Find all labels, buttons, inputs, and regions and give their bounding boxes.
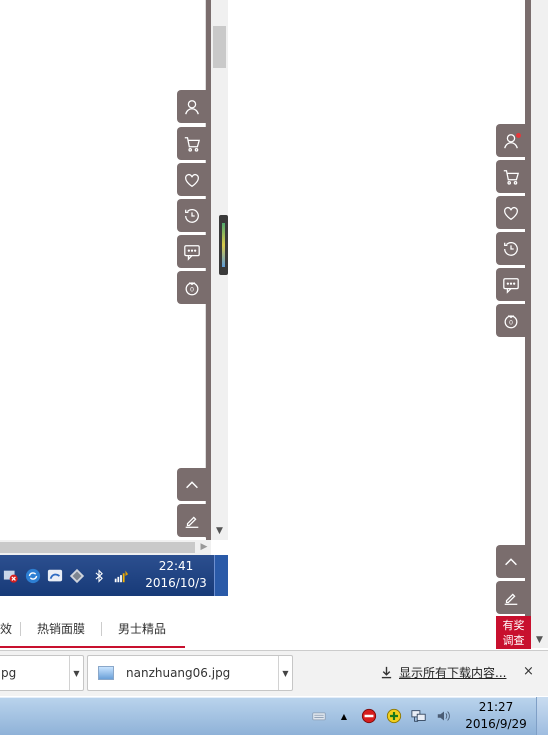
feedback-button[interactable] [496,581,526,614]
history-button[interactable] [496,232,526,265]
inner-feedback-button[interactable] [177,504,207,537]
category-tab-masks[interactable]: 热销面膜 [21,622,103,636]
heart-icon [185,173,199,187]
service-icon: 0 [185,281,199,295]
cart-icon [184,136,201,152]
inner-favorite-button[interactable] [177,163,207,196]
show-all-downloads-label: 显示所有下载内容... [399,666,507,680]
clock-date: 2016/9/29 [465,717,527,731]
blocked-icon[interactable] [360,707,378,725]
display-icon[interactable] [46,567,64,585]
system-tray: ▲ [310,703,453,729]
inner-browser-window: ▼ ▶ 0 22:41 2016/10/3 [0,0,228,596]
inner-taskbar-clock[interactable]: 22:41 2016/10/3 [140,558,212,592]
wifi-signal-icon[interactable] [112,567,130,585]
service-icon: 0 [504,314,518,328]
history-icon [504,241,518,256]
volume-icon[interactable] [435,707,453,725]
download-item-1[interactable]: pg ▼ [0,655,84,691]
cart-button[interactable] [496,160,526,193]
back-to-top-button[interactable] [496,545,526,578]
back-to-top-icon [186,480,198,488]
show-all-downloads-link[interactable]: 显示所有下载内容... [380,664,506,681]
category-tabs: 效 热销面膜 男士精品 [0,612,185,648]
favorite-button[interactable] [496,196,526,229]
add-icon[interactable] [385,707,403,725]
svg-text:0: 0 [190,286,194,293]
network-icon[interactable] [410,707,428,725]
download-item-1-name: pg [1,666,17,680]
inner-chat-button[interactable] [177,235,207,268]
vertical-scrollbar[interactable] [531,0,548,648]
inner-cart-button[interactable] [177,127,207,160]
inner-history-button[interactable] [177,199,207,232]
survey-label-line2: 调查 [502,634,525,647]
feedback-edit-icon [504,593,518,605]
notification-dot [516,133,521,138]
service-button[interactable]: 0 [496,304,526,337]
scroll-down-arrow[interactable]: ▼ [531,632,548,648]
inner-system-tray [0,555,140,596]
feedback-edit-icon [185,516,199,528]
chat-icon [184,244,200,261]
download-icon [381,666,392,679]
user-icon [185,99,199,114]
close-download-bar-icon[interactable]: × [523,664,534,679]
chat-icon [503,277,519,294]
app-diamond-icon[interactable] [68,567,86,585]
survey-button[interactable]: 有奖 调查 [496,616,531,649]
download-item-2-name: nanzhuang06.jpg [126,666,231,680]
category-tab-partial[interactable]: 效 [0,622,22,636]
show-desktop-button[interactable] [536,697,548,735]
inner-service-button[interactable]: 0 [177,271,207,304]
window-divider-handle[interactable] [219,215,228,275]
taskbar-clock[interactable]: 21:27 2016/9/29 [462,699,530,733]
inner-user-button[interactable] [177,90,207,123]
clock-time: 21:27 [478,700,514,714]
history-icon [185,208,199,223]
show-hidden-icons-icon[interactable]: ▲ [335,707,353,725]
chat-button[interactable] [496,268,526,301]
back-to-top-icon [505,557,517,565]
inner-show-desktop-button[interactable] [214,555,228,596]
survey-label-line1: 有奖 [502,619,525,632]
keyboard-icon[interactable] [310,707,328,725]
sync-icon[interactable] [24,567,42,585]
inner-horizontal-scroll-thumb[interactable] [0,542,195,553]
svg-text:0: 0 [509,319,513,326]
screenshot-root: ▼ ▶ 0 22:41 2016/10/3 ▼ 0 有奖 调查 效 热销面膜 男… [0,0,548,735]
heart-icon [504,206,518,220]
download-item-2[interactable]: nanzhuang06.jpg ▼ [87,655,293,691]
inner-page-content [0,0,206,538]
user-button[interactable] [496,124,526,157]
bluetooth-icon[interactable] [90,567,108,585]
inner-scroll-right-arrow[interactable]: ▶ [197,540,211,555]
blocked-network-icon[interactable] [2,567,20,585]
inner-back-to-top-button[interactable] [177,468,207,501]
inner-clock-date: 2016/10/3 [145,576,207,590]
cart-icon [503,169,520,185]
inner-vertical-scroll-thumb[interactable] [213,26,226,68]
download-item-2-menu[interactable]: ▼ [278,656,292,690]
inner-clock-time: 22:41 [158,559,194,573]
download-item-1-menu[interactable]: ▼ [69,656,83,690]
inner-scroll-down-arrow[interactable]: ▼ [211,523,228,540]
category-tab-mens[interactable]: 男士精品 [102,622,182,636]
image-file-icon [98,666,114,680]
